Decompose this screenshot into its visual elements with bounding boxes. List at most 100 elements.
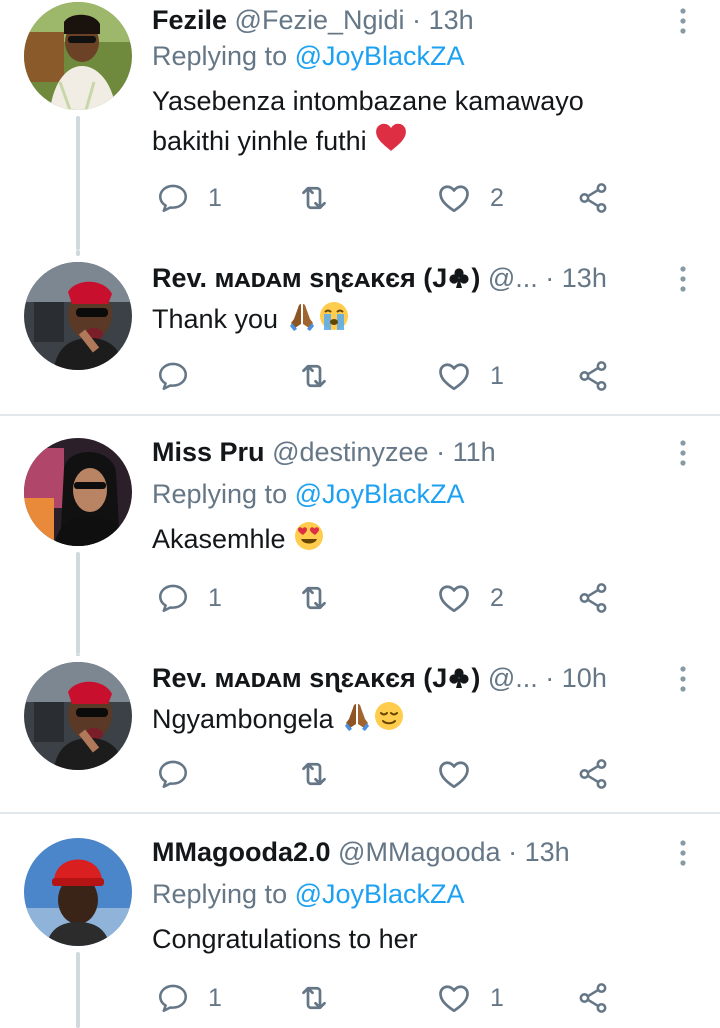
display-name[interactable]: Miss Pru	[152, 437, 265, 467]
tweet-header: Fezile @Fezie_Ngidi · 13h	[152, 0, 660, 40]
share-button[interactable]	[576, 752, 610, 796]
username[interactable]: @...	[488, 663, 538, 693]
avatar[interactable]	[24, 662, 132, 770]
username[interactable]: @Fezie_Ngidi	[235, 5, 405, 35]
avatar[interactable]	[24, 262, 132, 370]
tweet[interactable]: MMagooda2.0 @MMagooda · 13h Replying to …	[0, 832, 720, 1028]
club-suit	[447, 666, 471, 690]
share-icon	[576, 757, 610, 791]
like-button[interactable]: 1	[436, 976, 504, 1020]
like-icon	[436, 580, 472, 616]
tweet[interactable]: Miss Pru @destinyzee · 11h Replying to @…	[0, 432, 720, 654]
replying-prefix: Replying to	[152, 41, 295, 71]
like-button[interactable]: 2	[436, 576, 504, 620]
replying-to: Replying to @JoyBlackZA	[152, 474, 465, 514]
reply-button[interactable]	[156, 354, 208, 398]
retweet-button[interactable]	[296, 576, 332, 620]
like-icon	[436, 180, 472, 216]
display-name-end: )	[471, 263, 481, 293]
retweet-button[interactable]	[296, 354, 332, 398]
reply-count: 1	[208, 983, 222, 1012]
tweet-text-line: Yasebenza intombazane kamawayo	[152, 86, 584, 116]
like-icon	[436, 756, 472, 792]
tweet-text-fragment: Akasemhle	[152, 524, 286, 554]
reply-button[interactable]: 1	[156, 176, 222, 220]
display-name[interactable]: Rev. ᴍᴀᴅᴀᴍ sɳɛᴀᴋєя (J)	[152, 263, 480, 293]
retweet-icon	[296, 756, 332, 792]
username[interactable]: @MMagooda	[338, 837, 501, 867]
thread-line	[76, 116, 80, 250]
like-count: 1	[490, 983, 504, 1012]
separator-dot: ·	[412, 5, 422, 35]
avatar[interactable]	[24, 838, 132, 946]
retweet-button[interactable]	[296, 752, 332, 796]
like-count: 1	[490, 361, 504, 390]
mention-link[interactable]: @JoyBlackZA	[295, 479, 465, 509]
reply-count: 1	[208, 183, 222, 212]
more-icon[interactable]	[676, 838, 690, 868]
retweet-icon	[296, 980, 332, 1016]
retweet-button[interactable]	[296, 976, 332, 1020]
tweet-text: Akasemhle	[152, 520, 680, 558]
club-suit	[447, 266, 471, 290]
timestamp[interactable]: 10h	[562, 663, 607, 693]
more-icon[interactable]	[676, 664, 690, 694]
username[interactable]: @...	[488, 263, 538, 293]
share-icon	[576, 181, 610, 215]
like-button[interactable]: 2	[436, 176, 504, 220]
replying-prefix: Replying to	[152, 479, 295, 509]
separator-dot: ·	[436, 437, 446, 467]
reply-button[interactable]: 1	[156, 576, 222, 620]
folded-hands-emoji	[341, 700, 373, 732]
replying-to: Replying to @JoyBlackZA	[152, 36, 465, 76]
timestamp[interactable]: 13h	[562, 263, 607, 293]
retweet-icon	[296, 580, 332, 616]
tweet-header: MMagooda2.0 @MMagooda · 13h	[152, 832, 660, 872]
timestamp[interactable]: 13h	[429, 5, 474, 35]
display-name-text: Rev. ᴍᴀᴅᴀᴍ sɳɛᴀᴋєя (J	[152, 663, 448, 693]
username[interactable]: @destinyzee	[272, 437, 429, 467]
mention-link[interactable]: @JoyBlackZA	[295, 41, 465, 71]
like-button[interactable]: 1	[436, 354, 504, 398]
like-button[interactable]	[436, 752, 490, 796]
tweet-header: Miss Pru @destinyzee · 11h	[152, 432, 660, 472]
separator-dot: ·	[508, 837, 518, 867]
tweet[interactable]: Rev. ᴍᴀᴅᴀᴍ sɳɛᴀᴋєя (J) @... · 13h Thank …	[0, 250, 720, 414]
display-name[interactable]: Rev. ᴍᴀᴅᴀᴍ sɳɛᴀᴋєя (J)	[152, 663, 480, 693]
display-name[interactable]: MMagooda2.0	[152, 837, 331, 867]
timestamp[interactable]: 11h	[453, 437, 496, 467]
share-icon	[576, 981, 610, 1015]
tweet-text-fragment: bakithi yinhle futhi	[152, 126, 367, 156]
reply-icon	[156, 359, 190, 393]
relieved-face-emoji	[373, 700, 405, 732]
timestamp[interactable]: 13h	[525, 837, 570, 867]
folded-hands-emoji	[286, 300, 318, 332]
reply-button[interactable]	[156, 752, 208, 796]
more-icon[interactable]	[676, 264, 690, 294]
tweet[interactable]: Fezile @Fezie_Ngidi · 13h Replying to @J…	[0, 0, 720, 250]
action-bar: 1 2	[152, 176, 632, 220]
mention-link[interactable]: @JoyBlackZA	[295, 879, 465, 909]
share-button[interactable]	[576, 354, 610, 398]
like-count: 2	[490, 183, 504, 212]
replying-prefix: Replying to	[152, 879, 295, 909]
display-name[interactable]: Fezile	[152, 5, 227, 35]
retweet-button[interactable]	[296, 176, 332, 220]
action-bar	[152, 752, 632, 796]
action-bar: 1 2	[152, 576, 632, 620]
retweet-icon	[296, 358, 332, 394]
more-icon[interactable]	[676, 6, 690, 36]
reply-button[interactable]: 1	[156, 976, 222, 1020]
share-button[interactable]	[576, 976, 610, 1020]
heart-emoji	[374, 120, 408, 154]
tweet[interactable]: Rev. ᴍᴀᴅᴀᴍ sɳɛᴀᴋєя (J) @... · 10h Ngyamb…	[0, 654, 720, 812]
avatar[interactable]	[24, 2, 132, 110]
share-button[interactable]	[576, 576, 610, 620]
tweet-text: Congratulations to her	[152, 920, 680, 958]
retweet-icon	[296, 180, 332, 216]
tweet-header: Rev. ᴍᴀᴅᴀᴍ sɳɛᴀᴋєя (J) @... · 10h	[152, 658, 660, 698]
more-icon[interactable]	[676, 438, 690, 468]
share-button[interactable]	[576, 176, 610, 220]
avatar[interactable]	[24, 438, 132, 546]
replying-to: Replying to @JoyBlackZA	[152, 874, 465, 914]
